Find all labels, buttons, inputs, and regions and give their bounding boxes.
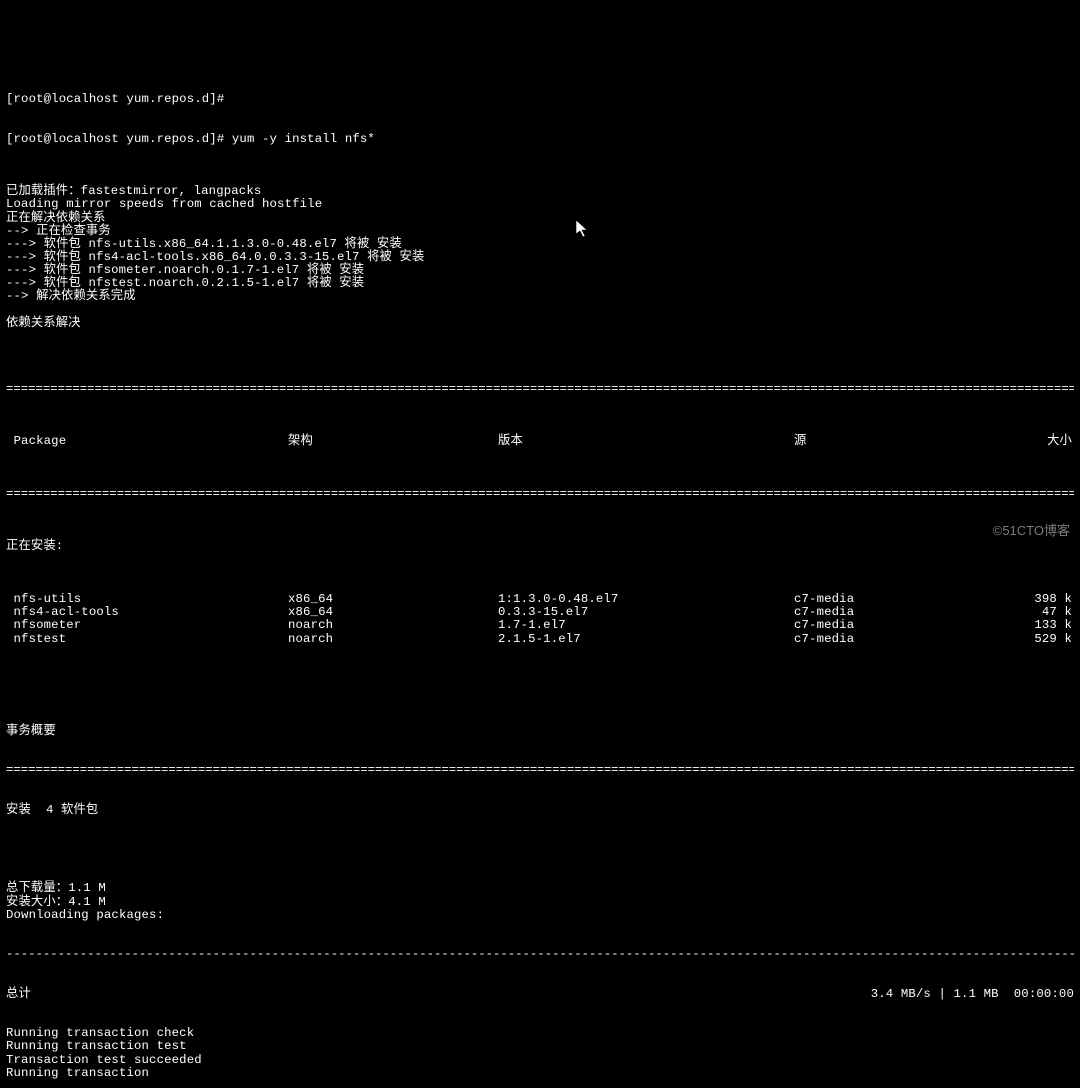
table-row: nfstestnoarch2.1.5-1.el7c7-media529 k [6, 633, 1074, 646]
table-hr-mid: ========================================… [6, 488, 1074, 501]
output-line [6, 304, 1074, 317]
command-line[interactable]: [root@localhost yum.repos.d]# yum -y ins… [6, 133, 1074, 146]
output-line: 安装大小：4.1 M [6, 896, 1074, 909]
section-installing: 正在安装: [6, 540, 1074, 553]
table-hr-top: ========================================… [6, 383, 1074, 396]
output-line: --> 正在检查事务 [6, 225, 1074, 238]
output-line: Transaction test succeeded [6, 1054, 1074, 1067]
table-row: nfsometernoarch1.7-1.el7c7-media133 k [6, 619, 1074, 632]
watermark: ©51CTO博客 [993, 524, 1070, 538]
output-line: 依赖关系解决 [6, 317, 1074, 330]
prompt-line: [root@localhost yum.repos.d]# [6, 93, 1074, 106]
output-line: Running transaction check [6, 1027, 1074, 1040]
output-line: Running transaction [6, 1067, 1074, 1080]
output-line: ---> 软件包 nfs-utils.x86_64.1.1.3.0-0.48.e… [6, 238, 1074, 251]
table-hr-sum: ========================================… [6, 764, 1074, 777]
typed-command: yum -y install nfs* [232, 132, 375, 146]
col-arch: 架构 [288, 435, 498, 448]
col-repo: 源 [794, 435, 994, 448]
output-line [6, 330, 1074, 343]
col-version: 版本 [498, 435, 794, 448]
col-size: 大小 [994, 435, 1074, 448]
download-total: 总计 3.4 MB/s | 1.1 MB 00:00:00 [6, 988, 1074, 1001]
terminal-output: [root@localhost yum.repos.d]# [root@loca… [6, 67, 1074, 1088]
install-count: 安装 4 软件包 [6, 804, 1074, 817]
table-row: nfs4-acl-toolsx86_640.3.3-15.el7c7-media… [6, 606, 1074, 619]
output-line: Running transaction test [6, 1040, 1074, 1053]
output-line: Loading mirror speeds from cached hostfi… [6, 198, 1074, 211]
table-header: Package 架构 版本 源 大小 [6, 435, 1074, 448]
col-package: Package [6, 435, 288, 448]
output-line: 正在解决依赖关系 [6, 212, 1074, 225]
output-line: Downloading packages: [6, 909, 1074, 922]
summary-header: 事务概要 [6, 725, 1074, 738]
output-line: --> 解决依赖关系完成 [6, 290, 1074, 303]
output-line: ---> 软件包 nfstest.noarch.0.2.1.5-1.el7 将被… [6, 277, 1074, 290]
table-row: nfs-utilsx86_641:1.3.0-0.48.el7c7-media3… [6, 593, 1074, 606]
output-line: 总下载量：1.1 M [6, 882, 1074, 895]
download-hr: ----------------------------------------… [6, 948, 1074, 961]
